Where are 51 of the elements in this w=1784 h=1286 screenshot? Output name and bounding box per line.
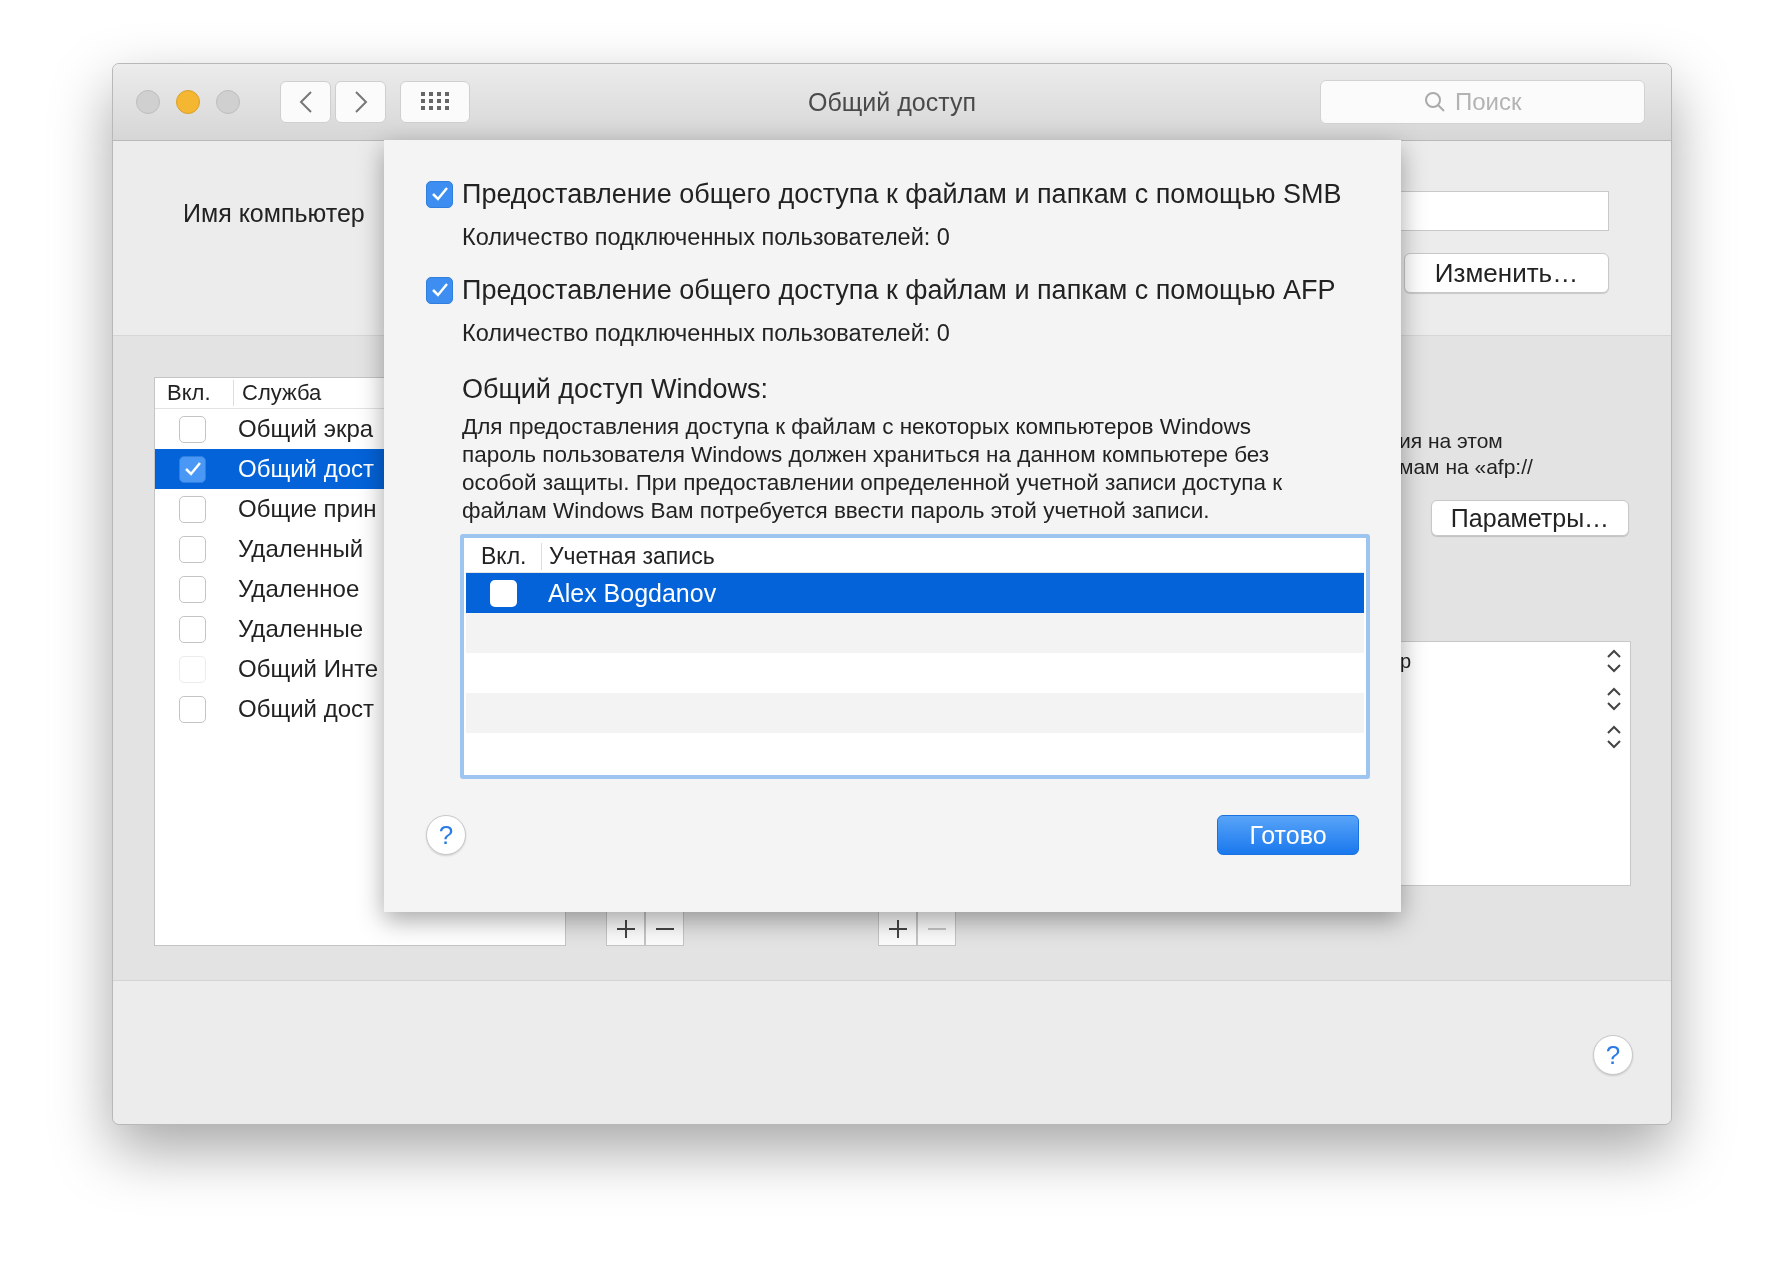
back-button[interactable] xyxy=(280,81,331,123)
stepper-icon[interactable] xyxy=(1606,686,1622,712)
minus-icon xyxy=(926,927,947,930)
checkbox[interactable] xyxy=(490,579,517,607)
column-header: Учетная запись xyxy=(548,542,715,570)
section-heading: Общий доступ Windows: xyxy=(462,373,769,405)
window-title: Общий доступ xyxy=(808,87,976,117)
column-header: Служба xyxy=(241,380,322,406)
checkbox[interactable] xyxy=(179,575,206,603)
chevron-right-icon xyxy=(353,90,368,114)
column-header: Вкл. xyxy=(155,380,234,406)
computer-name-label: Имя компьютер xyxy=(183,199,365,228)
status-text: Количество подключенных пользователей: 0 xyxy=(462,319,951,347)
account-row[interactable]: Alex Bogdanov xyxy=(466,573,1364,613)
checkbox-label: Предоставление общего доступа к файлам и папкам с помощью AFP xyxy=(462,274,1336,306)
forward-button[interactable] xyxy=(335,81,386,123)
checkbox[interactable] xyxy=(179,695,206,723)
remove-button[interactable] xyxy=(645,911,684,946)
checkbox[interactable] xyxy=(179,415,206,443)
checkbox-label: Предоставление общего доступа к файлам и папкам с помощью SMB xyxy=(462,178,1342,210)
help-button[interactable]: ? xyxy=(1593,1035,1633,1075)
minimize-button[interactable] xyxy=(176,90,200,114)
chevron-left-icon xyxy=(298,90,313,114)
edit-button[interactable]: Изменить… xyxy=(1404,253,1609,293)
check-icon xyxy=(430,282,449,298)
checkbox[interactable] xyxy=(179,615,206,643)
search-icon xyxy=(1424,91,1446,113)
list-text: р xyxy=(1400,650,1412,672)
plus-icon xyxy=(615,918,636,939)
check-icon xyxy=(430,186,449,202)
grid-icon xyxy=(421,92,449,112)
add-button[interactable] xyxy=(606,911,645,946)
stepper-icon[interactable] xyxy=(1606,648,1622,674)
search-field[interactable]: Поиск xyxy=(1320,80,1645,124)
show-all-button[interactable] xyxy=(400,81,470,123)
service-row[interactable]: Общий дост xyxy=(155,689,565,729)
checkbox[interactable] xyxy=(179,495,206,523)
plus-icon xyxy=(887,918,908,939)
checkbox[interactable] xyxy=(426,276,453,304)
checkbox[interactable] xyxy=(426,180,453,208)
add-button[interactable] xyxy=(878,911,917,946)
computer-name-field[interactable] xyxy=(1399,191,1609,231)
stepper-icon[interactable] xyxy=(1606,724,1622,750)
checkbox[interactable] xyxy=(179,455,206,483)
minus-icon xyxy=(654,927,675,930)
status-text: Количество подключенных пользователей: 0 xyxy=(462,223,951,251)
checkbox[interactable] xyxy=(179,535,206,563)
help-button[interactable]: ? xyxy=(426,815,466,855)
options-button[interactable]: Параметры… xyxy=(1431,500,1629,536)
check-icon xyxy=(183,461,202,477)
column-header: Вкл. xyxy=(466,542,542,570)
